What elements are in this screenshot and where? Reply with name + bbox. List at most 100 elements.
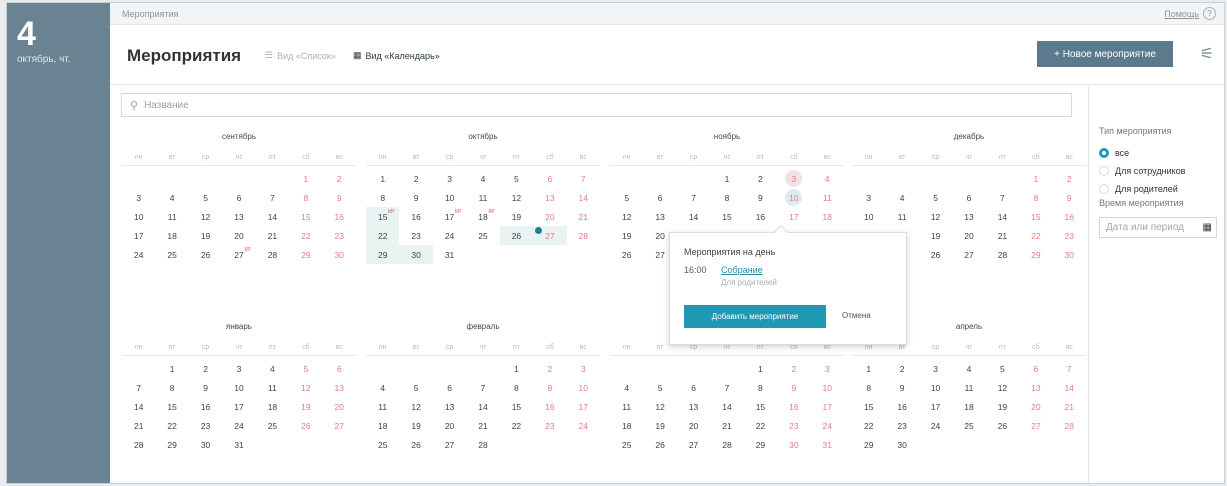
day-cell[interactable]: 5 (189, 188, 222, 207)
day-cell[interactable]: 4 (610, 378, 643, 397)
event-link[interactable]: Собрание (721, 265, 763, 275)
new-event-button[interactable]: + Новое мероприятие (1037, 41, 1173, 67)
day-cell[interactable]: 10 (777, 188, 810, 207)
day-cell[interactable]: 8 (852, 378, 885, 397)
day-cell[interactable]: 14 (122, 397, 155, 416)
day-cell[interactable]: 29 (1019, 245, 1052, 264)
day-cell[interactable]: 1 (366, 169, 399, 188)
day-cell[interactable]: 11 (366, 397, 399, 416)
day-cell[interactable]: 27 (433, 435, 466, 454)
day-cell[interactable]: 16 (777, 397, 810, 416)
day-cell[interactable]: 17 (567, 397, 600, 416)
day-cell[interactable]: 10 (811, 378, 844, 397)
day-cell[interactable]: 2 (1053, 169, 1086, 188)
day-cell[interactable]: 31 (811, 435, 844, 454)
day-cell[interactable]: 3 (852, 188, 885, 207)
day-cell[interactable]: 3 (811, 359, 844, 378)
day-cell[interactable]: 4 (256, 359, 289, 378)
day-cell[interactable]: 20 (533, 207, 566, 226)
day-cell[interactable]: 4 (155, 188, 188, 207)
day-cell[interactable]: 12 (986, 378, 1019, 397)
day-cell[interactable]: 4 (366, 378, 399, 397)
day-cell[interactable]: 23 (399, 226, 432, 245)
day-cell[interactable]: 6 (433, 378, 466, 397)
day-cell[interactable]: 11 (466, 188, 499, 207)
day-cell[interactable]: 3 (919, 359, 952, 378)
day-cell[interactable]: 22 (744, 416, 777, 435)
day-cell[interactable]: 13 (643, 207, 676, 226)
day-cell[interactable]: 11 (610, 397, 643, 416)
day-cell[interactable]: 10 (433, 188, 466, 207)
day-cell[interactable]: 30 (885, 435, 918, 454)
day-cell[interactable]: 7 (677, 188, 710, 207)
day-cell[interactable]: 1 (710, 169, 743, 188)
day-cell[interactable]: 25 (466, 226, 499, 245)
day-cell[interactable]: 17 КР (433, 207, 466, 226)
day-cell[interactable]: 18 КР (466, 207, 499, 226)
day-cell[interactable]: 20 (222, 226, 255, 245)
day-cell[interactable]: 25 (366, 435, 399, 454)
day-cell[interactable]: 28 (567, 226, 600, 245)
day-cell[interactable]: 17 (122, 226, 155, 245)
view-list-toggle[interactable]: ☰ Вид «Список» (265, 50, 336, 61)
day-cell[interactable]: 23 (533, 416, 566, 435)
day-cell[interactable]: 3 (222, 359, 255, 378)
day-cell[interactable]: 14 (256, 207, 289, 226)
day-cell[interactable]: 5 (399, 378, 432, 397)
day-cell[interactable]: 11 (256, 378, 289, 397)
day-cell[interactable]: 31 (222, 435, 255, 454)
day-cell[interactable]: 14 (710, 397, 743, 416)
day-cell[interactable]: 21 (986, 226, 1019, 245)
day-cell[interactable]: 15 (710, 207, 743, 226)
day-cell[interactable]: 18 (952, 397, 985, 416)
day-cell[interactable]: 20 (323, 397, 356, 416)
day-cell[interactable]: 7 (122, 378, 155, 397)
day-cell[interactable]: 9 (399, 188, 432, 207)
day-cell[interactable]: 8 (1019, 188, 1052, 207)
day-cell[interactable]: 10 (567, 378, 600, 397)
day-cell[interactable]: 15 (1019, 207, 1052, 226)
day-cell[interactable]: 8 (366, 188, 399, 207)
day-cell[interactable]: 2 (885, 359, 918, 378)
day-cell[interactable]: 16 (189, 397, 222, 416)
day-cell[interactable]: 2 (533, 359, 566, 378)
day-cell[interactable]: 28 (466, 435, 499, 454)
day-cell[interactable]: 7 (710, 378, 743, 397)
day-cell[interactable]: 24 (122, 245, 155, 264)
day-cell[interactable]: 2 (323, 169, 356, 188)
day-cell[interactable]: 23 (777, 416, 810, 435)
view-calendar-toggle[interactable]: ▦ Вид «Календарь» (353, 50, 440, 61)
day-cell[interactable]: 5 (986, 359, 1019, 378)
day-cell[interactable]: 17 (222, 397, 255, 416)
day-cell[interactable]: 4 (885, 188, 918, 207)
day-cell[interactable]: 26 (643, 435, 676, 454)
day-cell[interactable]: 14 (466, 397, 499, 416)
radio-type-parents[interactable]: Для родителей (1099, 184, 1178, 194)
day-cell[interactable]: 23 (885, 416, 918, 435)
day-cell[interactable]: 19 (986, 397, 1019, 416)
day-cell[interactable]: 11 (952, 378, 985, 397)
day-cell[interactable]: 24 (567, 416, 600, 435)
day-cell[interactable]: 26 (610, 245, 643, 264)
day-cell[interactable]: 19 (189, 226, 222, 245)
day-cell[interactable]: 5 (919, 188, 952, 207)
day-cell[interactable]: 15 (500, 397, 533, 416)
day-cell[interactable]: 16 (1053, 207, 1086, 226)
day-cell[interactable]: 23 (1053, 226, 1086, 245)
day-cell[interactable]: 13 (323, 378, 356, 397)
day-cell[interactable]: 10 (852, 207, 885, 226)
day-cell[interactable]: 6 (323, 359, 356, 378)
day-cell[interactable]: 26 (499, 226, 534, 245)
day-cell[interactable]: 20 (1019, 397, 1052, 416)
day-cell[interactable]: 6 (1019, 359, 1052, 378)
day-cell[interactable]: 7 (256, 188, 289, 207)
day-cell[interactable]: 2 (777, 359, 810, 378)
day-cell[interactable]: 23 (189, 416, 222, 435)
day-cell[interactable]: 27 КР (222, 245, 255, 264)
day-cell[interactable]: 9 (1053, 188, 1086, 207)
day-cell[interactable]: 14 (677, 207, 710, 226)
day-cell[interactable]: 25 (155, 245, 188, 264)
day-cell[interactable]: 13 (533, 188, 566, 207)
day-cell[interactable]: 1 (744, 359, 777, 378)
day-cell[interactable]: 21 (122, 416, 155, 435)
